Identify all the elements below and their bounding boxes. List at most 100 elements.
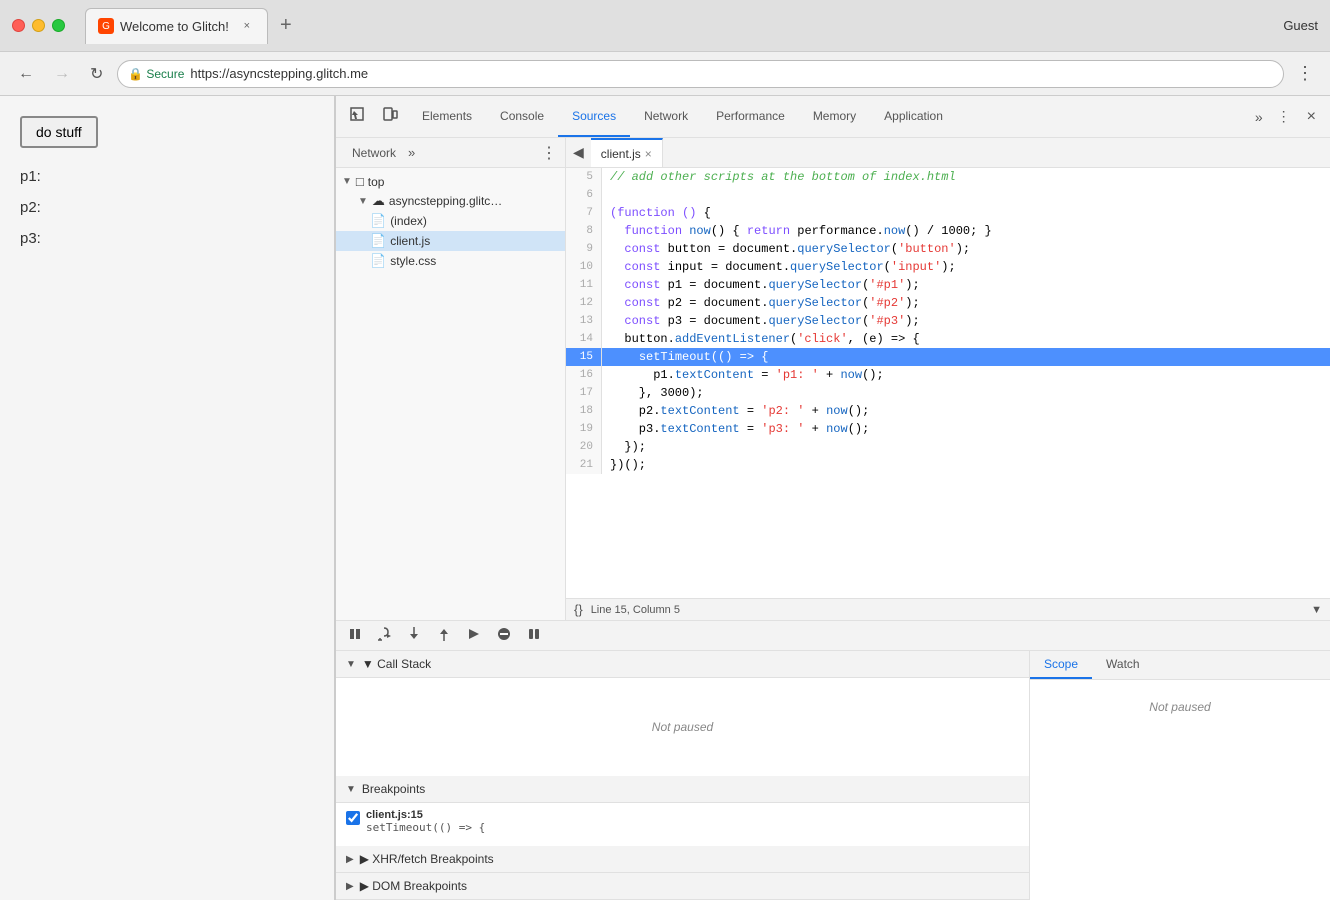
browser-page: do stuff p1: p2: p3:: [0, 96, 335, 900]
tree-item-asyncstepping[interactable]: ▼ ☁ asyncstepping.glitc…: [336, 191, 565, 211]
pause-exceptions-button[interactable]: [522, 623, 546, 648]
editor-tab-close-button[interactable]: ×: [645, 147, 652, 161]
call-stack-arrow: ▼: [346, 659, 356, 670]
p1-label: p1:: [20, 168, 314, 185]
status-position: Line 15, Column 5: [591, 604, 680, 616]
code-line-21: 21 })();: [566, 456, 1330, 474]
minimize-window-button[interactable]: [32, 19, 45, 32]
call-stack-label: ▼ Call Stack: [362, 657, 431, 671]
call-stack-content: Not paused: [336, 678, 1029, 776]
p2-label: p2:: [20, 199, 314, 216]
deactivate-breakpoints-button[interactable]: [492, 623, 516, 648]
editor-status-bar: {} Line 15, Column 5 ▼: [566, 598, 1330, 620]
tree-item-top[interactable]: ▼ □ top: [336, 172, 565, 191]
tab-elements[interactable]: Elements: [408, 96, 486, 137]
scope-content: Not paused: [1030, 680, 1330, 734]
code-line-18: 18 p2.textContent = 'p2: ' + now();: [566, 402, 1330, 420]
tab-bar: G Welcome to Glitch! × +: [85, 8, 1275, 44]
file-tree-more-button[interactable]: »: [408, 145, 415, 160]
devtools-toolbar: Elements Console Sources Network Perform…: [336, 96, 1330, 138]
scope-tab-watch[interactable]: Watch: [1092, 651, 1154, 679]
step-over-button[interactable]: [372, 623, 396, 648]
file-tree-menu-button[interactable]: ⋮: [541, 143, 557, 163]
breakpoint-checkbox-1[interactable]: [346, 811, 360, 825]
step-into-button[interactable]: [402, 623, 426, 648]
code-line-12: 12 const p2 = document.querySelector('#p…: [566, 294, 1330, 312]
devtools-settings-button[interactable]: ⋮: [1271, 104, 1297, 129]
file-icon-style-css: 📄: [370, 253, 386, 269]
code-line-16: 16 p1.textContent = 'p1: ' + now();: [566, 366, 1330, 384]
back-button[interactable]: ←: [12, 61, 40, 87]
pause-resume-button[interactable]: [344, 624, 366, 647]
editor-nav-back[interactable]: ◀: [570, 142, 587, 163]
breakpoints-header[interactable]: ▼ Breakpoints: [336, 776, 1029, 803]
breakpoints-label: Breakpoints: [362, 782, 425, 796]
status-collapse-button[interactable]: ▼: [1311, 604, 1322, 616]
editor-tab-client-js[interactable]: client.js ×: [591, 138, 663, 167]
tab-close-button[interactable]: ×: [239, 18, 255, 34]
navbar: ← → ↻ 🔒 Secure https://asyncstepping.gli…: [0, 52, 1330, 96]
devtools-panel: Elements Console Sources Network Perform…: [335, 96, 1330, 900]
tree-arrow-asyncstepping: ▼: [358, 196, 368, 207]
dom-breakpoints-header[interactable]: ▶ ▶ DOM Breakpoints: [336, 873, 1029, 900]
main-area: do stuff p1: p2: p3: Elements Console S: [0, 96, 1330, 900]
tab-memory[interactable]: Memory: [799, 96, 870, 137]
call-stack-header[interactable]: ▼ ▼ Call Stack: [336, 651, 1029, 678]
tab-application[interactable]: Application: [870, 96, 957, 137]
scope-not-paused-label: Not paused: [1149, 700, 1210, 714]
tree-item-client-js[interactable]: 📄 client.js: [336, 231, 565, 251]
do-stuff-button[interactable]: do stuff: [20, 116, 98, 148]
traffic-lights: [12, 19, 65, 32]
device-toolbar-button[interactable]: [376, 103, 404, 130]
browser-menu-button[interactable]: ⋮: [1292, 59, 1318, 88]
url-display: https://asyncstepping.glitch.me: [190, 66, 368, 81]
tab-title: Welcome to Glitch!: [120, 19, 229, 34]
refresh-button[interactable]: ↻: [84, 60, 109, 88]
breakpoints-list: client.js:15 setTimeout(() => {: [336, 803, 1029, 846]
tab-network[interactable]: Network: [630, 96, 702, 137]
tree-item-index[interactable]: 📄 (index): [336, 211, 565, 231]
forward-button[interactable]: →: [48, 61, 76, 87]
close-window-button[interactable]: [12, 19, 25, 32]
code-line-13: 13 const p3 = document.querySelector('#p…: [566, 312, 1330, 330]
tab-sources[interactable]: Sources: [558, 96, 630, 137]
breakpoint-item-1: client.js:15 setTimeout(() => {: [346, 809, 1019, 834]
tab-performance[interactable]: Performance: [702, 96, 799, 137]
maximize-window-button[interactable]: [52, 19, 65, 32]
code-line-8: 8 function now() { return performance.no…: [566, 222, 1330, 240]
p3-label: p3:: [20, 230, 314, 247]
code-line-11: 11 const p1 = document.querySelector('#p…: [566, 276, 1330, 294]
devtools-panels: Network » ⋮ ▼ □ top: [336, 138, 1330, 900]
step-button[interactable]: [462, 623, 486, 648]
code-line-10: 10 const input = document.querySelector(…: [566, 258, 1330, 276]
step-out-button[interactable]: [432, 623, 456, 648]
code-line-5: 5 // add other scripts at the bottom of …: [566, 168, 1330, 186]
network-tab[interactable]: Network: [344, 146, 404, 160]
tab-console[interactable]: Console: [486, 96, 558, 137]
devtools-close-button[interactable]: ×: [1301, 104, 1322, 130]
file-tree-toolbar: Network » ⋮: [336, 138, 565, 168]
tab-favicon: G: [98, 18, 114, 34]
code-line-9: 9 const button = document.querySelector(…: [566, 240, 1330, 258]
address-bar[interactable]: 🔒 Secure https://asyncstepping.glitch.me: [117, 60, 1284, 88]
new-tab-button[interactable]: +: [272, 12, 300, 40]
inspect-element-button[interactable]: [344, 103, 372, 130]
breakpoint-info-1: client.js:15 setTimeout(() => {: [366, 809, 485, 834]
devtools-top-area: Network » ⋮ ▼ □ top: [336, 138, 1330, 620]
code-line-14: 14 button.addEventListener('click', (e) …: [566, 330, 1330, 348]
cloud-icon: ☁: [372, 193, 385, 209]
guest-label: Guest: [1283, 18, 1318, 33]
debug-left-panel: ▼ ▼ Call Stack Not paused ▼ Breakpoints: [336, 651, 1030, 900]
browser-tab[interactable]: G Welcome to Glitch! ×: [85, 8, 268, 44]
xhr-breakpoints-header[interactable]: ▶ ▶ XHR/fetch Breakpoints: [336, 846, 1029, 873]
file-tree-content: ▼ □ top ▼ ☁ asyncstepping.glitc…: [336, 168, 565, 620]
tree-item-style-css[interactable]: 📄 style.css: [336, 251, 565, 271]
tree-arrow-top: ▼: [342, 176, 352, 187]
devtools-more-tabs-button[interactable]: »: [1251, 105, 1267, 129]
scope-tab-scope[interactable]: Scope: [1030, 651, 1092, 679]
code-content[interactable]: 5 // add other scripts at the bottom of …: [566, 168, 1330, 598]
tree-label-asyncstepping: asyncstepping.glitc…: [389, 194, 502, 208]
xhr-label: ▶ XHR/fetch Breakpoints: [360, 852, 494, 866]
dom-arrow: ▶: [346, 881, 354, 892]
editor-tabs: ◀ client.js ×: [566, 138, 1330, 168]
